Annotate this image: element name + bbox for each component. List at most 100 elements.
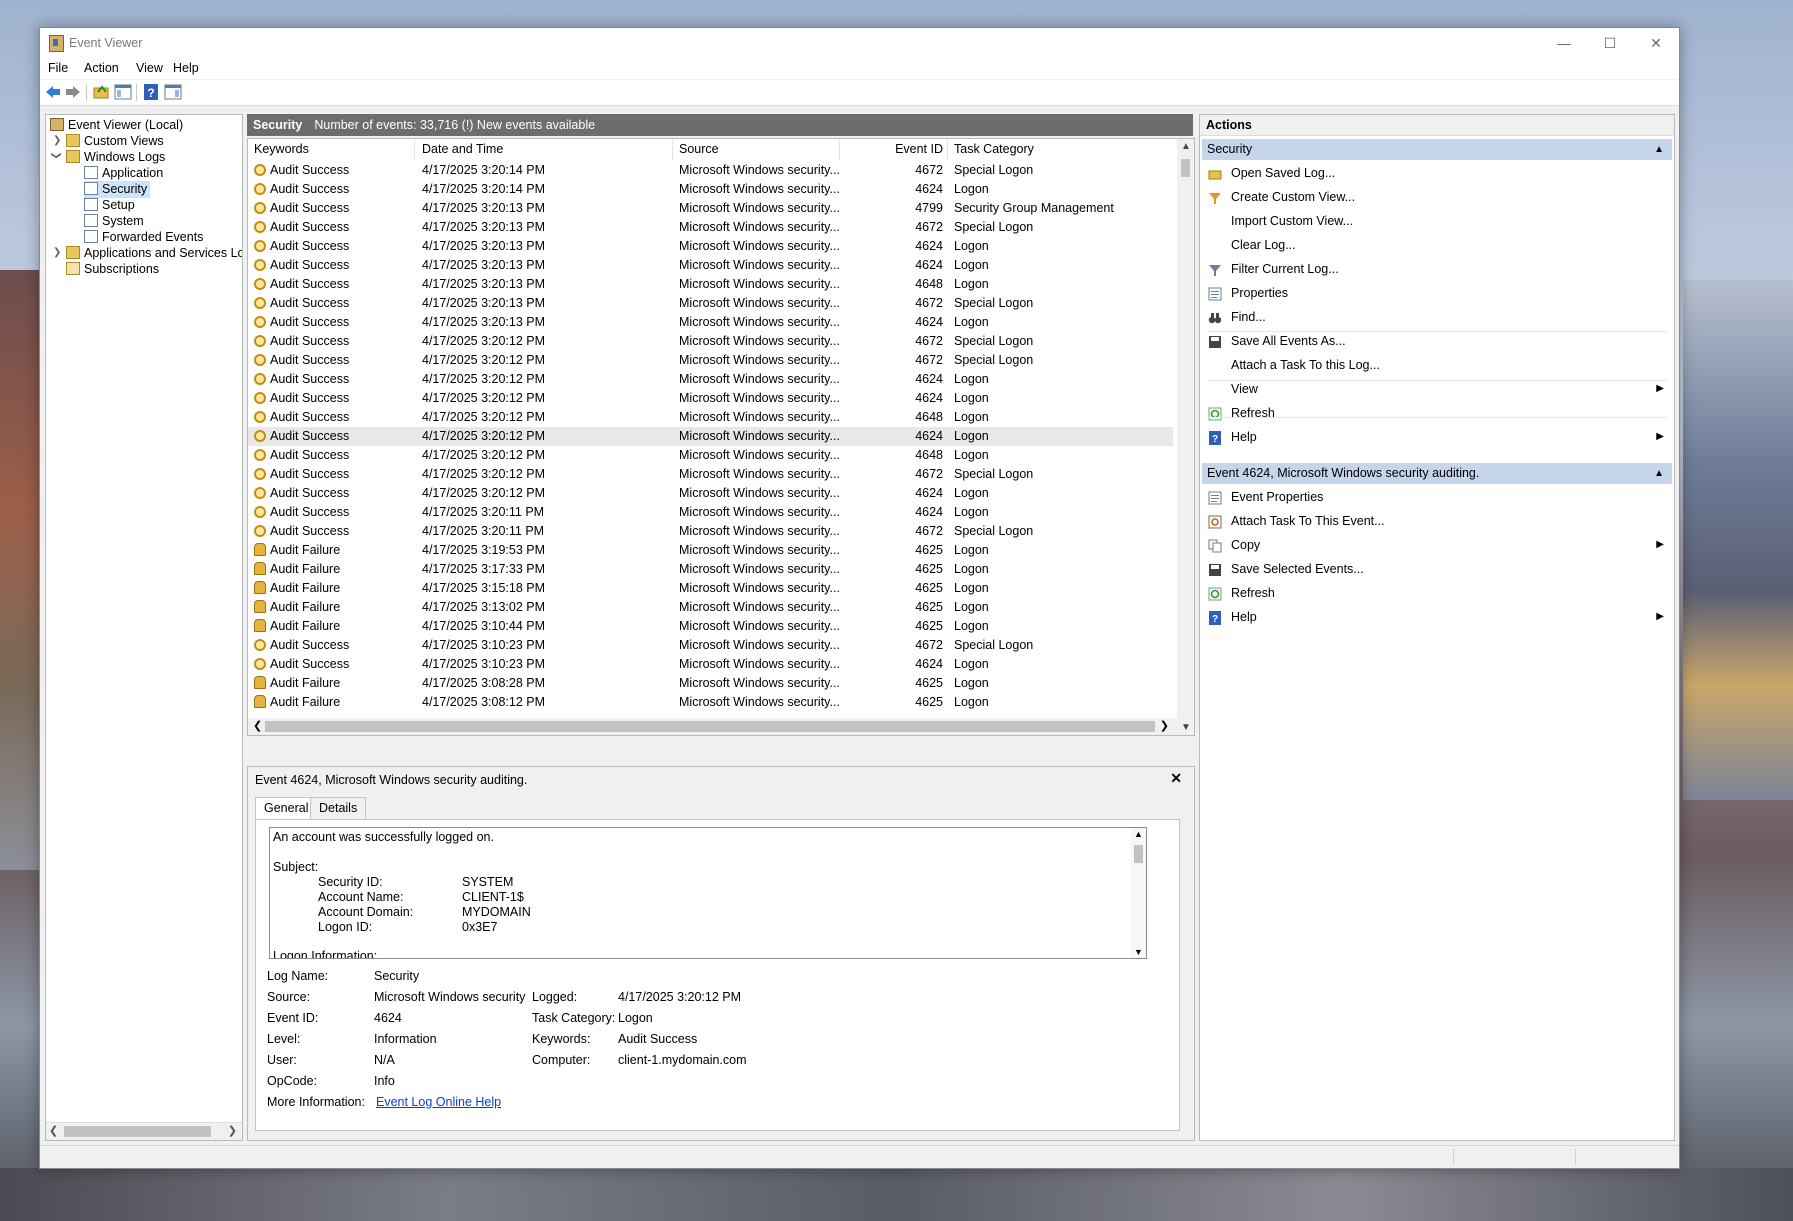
tree-item-windows-logs[interactable]: Windows Logs bbox=[66, 149, 165, 166]
event-row[interactable]: Audit Success 4/17/2025 3:20:12 PM Microso… bbox=[248, 370, 1173, 389]
column-task-category[interactable]: Task Category bbox=[954, 139, 1154, 160]
event-row[interactable]: Audit Success 4/17/2025 3:20:13 PM Microso… bbox=[248, 237, 1173, 256]
tree-item-forwarded-events[interactable]: Forwarded Events bbox=[84, 229, 203, 246]
actions-section-event[interactable]: Event 4624, Microsoft Windows security a… bbox=[1202, 463, 1672, 484]
event-row[interactable]: Audit Success 4/17/2025 3:20:12 PM Microso… bbox=[248, 427, 1173, 446]
close-detail-icon[interactable]: ✕ bbox=[1170, 770, 1182, 787]
action-help[interactable]: ? Help ▶ bbox=[1202, 426, 1672, 448]
back-arrow-icon[interactable] bbox=[44, 83, 62, 101]
scroll-thumb[interactable] bbox=[64, 1126, 211, 1137]
scroll-thumb[interactable] bbox=[1181, 159, 1190, 177]
event-row[interactable]: Audit Failure 4/17/2025 3:17:33 PM Microso… bbox=[248, 560, 1173, 579]
scroll-thumb[interactable] bbox=[265, 721, 1155, 732]
event-row[interactable]: Audit Success 4/17/2025 3:20:12 PM Microso… bbox=[248, 332, 1173, 351]
action-save-all-events-as[interactable]: Save All Events As... bbox=[1202, 330, 1672, 352]
menu-help[interactable]: Help bbox=[173, 61, 199, 75]
event-row[interactable]: Audit Success 4/17/2025 3:20:13 PM Microso… bbox=[248, 294, 1173, 313]
scroll-up-icon[interactable]: ▲ bbox=[1181, 141, 1191, 152]
menu-view[interactable]: View bbox=[136, 61, 163, 75]
scroll-right-icon[interactable]: ❯ bbox=[228, 1124, 237, 1137]
title-bar[interactable]: Event Viewer — ☐ ✕ bbox=[40, 28, 1679, 58]
action-clear-log[interactable]: Clear Log... bbox=[1202, 234, 1672, 256]
close-button[interactable]: ✕ bbox=[1633, 28, 1679, 58]
minimize-button[interactable]: — bbox=[1541, 28, 1587, 58]
event-row[interactable]: Audit Success 4/17/2025 3:20:12 PM Microso… bbox=[248, 389, 1173, 408]
collapse-section-icon[interactable]: ▲ bbox=[1654, 139, 1664, 160]
tree-item-setup[interactable]: Setup bbox=[84, 197, 135, 214]
expand-arrow-icon[interactable]: ❯ bbox=[53, 135, 61, 146]
scroll-left-icon[interactable]: ❮ bbox=[49, 1124, 58, 1137]
event-row[interactable]: Audit Failure 4/17/2025 3:15:18 PM Microso… bbox=[248, 579, 1173, 598]
description-scrollbar[interactable]: ▲ ▼ bbox=[1131, 828, 1146, 958]
event-row[interactable]: Audit Success 4/17/2025 3:20:11 PM Microso… bbox=[248, 503, 1173, 522]
collapse-arrow-icon[interactable]: ❯ bbox=[51, 151, 62, 159]
action-import-custom-view[interactable]: Import Custom View... bbox=[1202, 210, 1672, 232]
column-date-and-time[interactable]: Date and Time bbox=[422, 139, 673, 160]
column-keywords[interactable]: Keywords bbox=[254, 139, 415, 160]
event-row[interactable]: Audit Success 4/17/2025 3:20:14 PM Microso… bbox=[248, 161, 1173, 180]
show-hide-tree-icon[interactable] bbox=[114, 83, 132, 101]
forward-arrow-icon[interactable] bbox=[64, 83, 82, 101]
event-row[interactable]: Audit Failure 4/17/2025 3:19:53 PM Microso… bbox=[248, 541, 1173, 560]
scroll-down-icon[interactable]: ▼ bbox=[1134, 947, 1143, 957]
event-row[interactable]: Audit Success 4/17/2025 3:20:12 PM Microso… bbox=[248, 351, 1173, 370]
action-copy[interactable]: Copy ▶ bbox=[1202, 534, 1672, 556]
action-filter-current-log[interactable]: Filter Current Log... bbox=[1202, 258, 1672, 280]
column-source[interactable]: Source bbox=[679, 139, 840, 160]
tree-item-system[interactable]: System bbox=[84, 213, 144, 230]
event-row[interactable]: Audit Success 4/17/2025 3:20:13 PM Microso… bbox=[248, 199, 1173, 218]
show-hide-action-pane-icon[interactable] bbox=[164, 83, 182, 101]
event-row[interactable]: Audit Success 4/17/2025 3:20:13 PM Microso… bbox=[248, 275, 1173, 294]
action-event-properties[interactable]: Event Properties bbox=[1202, 486, 1672, 508]
action-attach-task-to-this-event[interactable]: Attach Task To This Event... bbox=[1202, 510, 1672, 532]
tree-item-application[interactable]: Application bbox=[84, 165, 163, 182]
help-icon[interactable]: ? bbox=[142, 83, 160, 101]
scroll-right-icon[interactable]: ❯ bbox=[1160, 719, 1169, 732]
column-event-id[interactable]: Event ID bbox=[848, 139, 948, 160]
event-row[interactable]: Audit Success 4/17/2025 3:20:14 PM Microso… bbox=[248, 180, 1173, 199]
event-log-online-help-link[interactable]: Event Log Online Help bbox=[376, 1095, 501, 1109]
action-attach-a-task-to-this-log[interactable]: Attach a Task To this Log... bbox=[1202, 354, 1672, 376]
event-row[interactable]: Audit Failure 4/17/2025 3:13:02 PM Microso… bbox=[248, 598, 1173, 617]
tab-details[interactable]: Details bbox=[310, 797, 367, 820]
scroll-thumb[interactable] bbox=[1134, 845, 1143, 863]
event-list-vertical-scrollbar[interactable]: ▲ ▼ bbox=[1177, 139, 1194, 735]
action-save-selected-events[interactable]: Save Selected Events... bbox=[1202, 558, 1672, 580]
event-row[interactable]: Audit Failure 4/17/2025 3:10:44 PM Microso… bbox=[248, 617, 1173, 636]
event-row[interactable]: Audit Failure 4/17/2025 3:08:12 PM Microso… bbox=[248, 693, 1173, 712]
tree-item-security[interactable]: Security bbox=[84, 181, 151, 198]
action-create-custom-view[interactable]: Create Custom View... bbox=[1202, 186, 1672, 208]
action-view[interactable]: View ▶ bbox=[1202, 378, 1672, 400]
tab-general[interactable]: General bbox=[255, 797, 318, 820]
event-row[interactable]: Audit Success 4/17/2025 3:20:12 PM Microso… bbox=[248, 465, 1173, 484]
maximize-button[interactable]: ☐ bbox=[1587, 28, 1633, 58]
collapse-section-icon[interactable]: ▲ bbox=[1654, 463, 1664, 484]
tree-item-event-viewer-local[interactable]: Event Viewer (Local) bbox=[50, 117, 183, 134]
tree-horizontal-scrollbar[interactable]: ❮ ❯ bbox=[46, 1122, 242, 1140]
event-list-horizontal-scrollbar[interactable]: ❮ ❯ bbox=[248, 718, 1177, 735]
event-row[interactable]: Audit Success 4/17/2025 3:20:11 PM Microso… bbox=[248, 522, 1173, 541]
open-folder-icon[interactable] bbox=[92, 83, 110, 101]
event-row[interactable]: Audit Success 4/17/2025 3:20:12 PM Microso… bbox=[248, 408, 1173, 427]
action-properties[interactable]: Properties bbox=[1202, 282, 1672, 304]
event-row[interactable]: Audit Success 4/17/2025 3:20:13 PM Microso… bbox=[248, 218, 1173, 237]
scroll-down-icon[interactable]: ▼ bbox=[1181, 722, 1191, 733]
tree-item-applications-and-services[interactable]: Applications and Services Lo bbox=[66, 245, 242, 262]
event-row[interactable]: Audit Success 4/17/2025 3:20:13 PM Microso… bbox=[248, 313, 1173, 332]
scroll-left-icon[interactable]: ❮ bbox=[253, 719, 262, 732]
actions-section-security[interactable]: Security ▲ bbox=[1202, 139, 1672, 160]
menu-action[interactable]: Action bbox=[84, 61, 119, 75]
event-row[interactable]: Audit Failure 4/17/2025 3:08:28 PM Microso… bbox=[248, 674, 1173, 693]
tree-item-custom-views[interactable]: Custom Views bbox=[66, 133, 164, 150]
event-list[interactable]: Keywords Date and Time Source Event ID T… bbox=[247, 138, 1195, 736]
event-row[interactable]: Audit Success 4/17/2025 3:20:12 PM Microso… bbox=[248, 484, 1173, 503]
event-row[interactable]: Audit Success 4/17/2025 3:10:23 PM Microso… bbox=[248, 636, 1173, 655]
event-row[interactable]: Audit Success 4/17/2025 3:20:12 PM Microso… bbox=[248, 446, 1173, 465]
event-description[interactable]: An account was successfully logged on. S… bbox=[269, 827, 1147, 959]
action-open-saved-log[interactable]: Open Saved Log... bbox=[1202, 162, 1672, 184]
action-find[interactable]: Find... bbox=[1202, 306, 1672, 328]
tree-item-subscriptions[interactable]: Subscriptions bbox=[66, 261, 159, 278]
action-refresh[interactable]: Refresh bbox=[1202, 402, 1672, 424]
action-refresh[interactable]: Refresh bbox=[1202, 582, 1672, 604]
event-row[interactable]: Audit Success 4/17/2025 3:20:13 PM Microso… bbox=[248, 256, 1173, 275]
